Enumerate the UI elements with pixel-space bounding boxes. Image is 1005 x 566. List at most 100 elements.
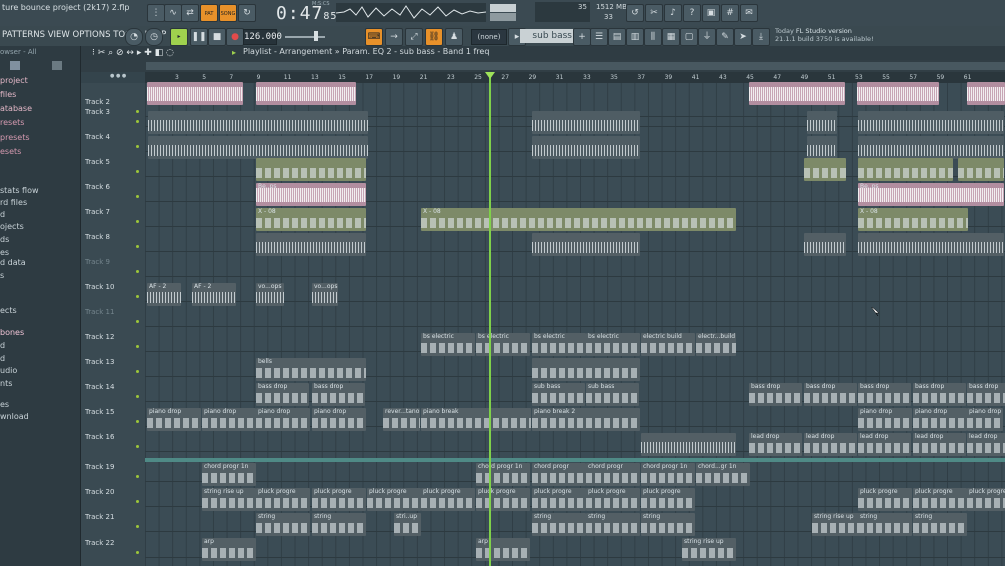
playlist-clip[interactable]: X - 08 (858, 208, 968, 231)
playlist-clip[interactable]: vo...ops (256, 283, 284, 306)
browser-item[interactable]: d (0, 210, 5, 219)
tempo-display[interactable]: 126.000 (243, 29, 282, 45)
track-name[interactable]: Track 13 (85, 358, 114, 366)
playlist-clip[interactable]: string (532, 513, 586, 536)
step-edit-icon[interactable]: → (385, 28, 403, 46)
playlist-clip[interactable]: string (913, 513, 967, 536)
browser-icon[interactable]: ▢ (680, 28, 698, 46)
playlist-clip[interactable]: piano drop (202, 408, 256, 431)
playlist-clip[interactable]: piano drop (913, 408, 967, 431)
track-name[interactable]: Track 5 (85, 158, 110, 166)
playlist-clip[interactable]: pluck progre (858, 488, 912, 511)
browser-item[interactable]: s (0, 271, 4, 280)
browser-item[interactable]: ds (0, 235, 9, 244)
record-button[interactable]: ● (226, 28, 244, 46)
browser-item[interactable]: wnload (0, 412, 29, 421)
playlist-clip[interactable]: string (641, 513, 695, 536)
browser-item[interactable]: resets (0, 118, 24, 127)
playlist-tools-icon[interactable]: ⁝ ✂ ⌕ ⊘ ↔ ▸ ✚ ◧ ◌ (92, 48, 174, 58)
channel-rack-icon[interactable]: ▥ (626, 28, 644, 46)
master-volume-slider[interactable] (490, 4, 516, 12)
playlist-clip[interactable]: string (858, 513, 912, 536)
playlist-clip[interactable] (858, 111, 1004, 134)
track-name[interactable]: Track 19 (85, 463, 114, 471)
playlist-clip[interactable]: Be..ps (256, 183, 366, 206)
song-mode-button[interactable]: SONG (219, 4, 237, 22)
track-name[interactable]: Track 6 (85, 183, 110, 191)
track-led[interactable] (136, 110, 139, 113)
playlist-clip[interactable] (532, 136, 640, 159)
snap-select[interactable]: (none) (471, 29, 507, 45)
news-panel[interactable]: Today FL Studio version 21.1.1 build 375… (775, 27, 874, 43)
wait-icon[interactable]: ◷ (145, 28, 163, 46)
master-pitch-slider[interactable] (490, 13, 516, 21)
cut-icon[interactable]: ✂ (645, 4, 663, 22)
playlist-clip[interactable]: lead drop (913, 433, 966, 456)
playlist-clip[interactable]: chord...gr 1n (696, 463, 750, 486)
playlist-clip[interactable] (256, 82, 356, 105)
track-name[interactable]: Track 10 (85, 283, 114, 291)
undo-icon[interactable]: ↺ (626, 4, 644, 22)
playlist-clip[interactable] (532, 233, 640, 256)
playlist-clip[interactable]: chord progr (532, 463, 586, 486)
playlist-clip[interactable] (858, 158, 953, 181)
playlist-clip[interactable] (958, 158, 1004, 181)
menu-patterns[interactable]: PATTERNS (2, 30, 45, 40)
playlist-clip[interactable]: pluck progre (586, 488, 640, 511)
playlist-clip[interactable]: string (256, 513, 310, 536)
track-name[interactable]: Track 16 (85, 433, 114, 441)
track-led[interactable] (136, 345, 139, 348)
mixer-icon[interactable]: # (721, 4, 739, 22)
menu-options[interactable]: OPTIONS (73, 30, 111, 40)
playlist-clip[interactable] (147, 82, 243, 105)
browser-item[interactable]: atabase (0, 104, 32, 113)
playlist-clip[interactable]: pluck progre (641, 488, 695, 511)
playlist-clip[interactable] (256, 233, 366, 256)
playlist-clip[interactable]: lead drop (749, 433, 802, 456)
playlist-clip[interactable]: sub bass (586, 383, 639, 406)
playlist-clip[interactable]: piano break 2 (532, 408, 640, 431)
playlist-clip[interactable]: pluck progre (312, 488, 366, 511)
track-name[interactable]: Track 15 (85, 408, 114, 416)
playlist-clip[interactable]: pluck progre (476, 488, 530, 511)
track-name[interactable]: Track 3 (85, 108, 110, 116)
browser-item[interactable]: bones (0, 328, 24, 337)
countdown-icon[interactable]: ⛓ (425, 28, 443, 46)
track-led[interactable] (136, 525, 139, 528)
browser-item[interactable]: d data (0, 258, 26, 267)
download-icon[interactable]: ⤓ (752, 28, 770, 46)
scrollbar-thumb[interactable] (146, 62, 1005, 70)
snap-icon[interactable]: ⇄ (181, 4, 199, 22)
playlist-clip[interactable]: chord progr (586, 463, 640, 486)
playlist-clip[interactable] (857, 82, 939, 105)
track-led[interactable] (136, 195, 139, 198)
playlist-clip[interactable]: bass drop (256, 383, 309, 406)
playlist-clip[interactable]: AF - 2 (147, 283, 181, 306)
metronome-icon[interactable]: ◔ (125, 28, 143, 46)
playlist-clip[interactable]: Be..ps (858, 183, 1004, 206)
track-name[interactable]: Track 2 (85, 98, 110, 106)
loop-icon[interactable]: ↻ (238, 4, 256, 22)
playlist-clip[interactable]: string rise up (682, 538, 736, 561)
track-name[interactable]: Track 11 (85, 308, 114, 316)
browser-item[interactable]: presets (0, 133, 30, 142)
tag-icon[interactable]: ✎ (716, 28, 734, 46)
playlist-clip[interactable]: pluck progre (421, 488, 475, 511)
menu-view[interactable]: VIEW (48, 30, 70, 40)
playlist-clip[interactable]: bass drop (858, 383, 911, 406)
browser-item[interactable]: stats flow (0, 186, 39, 195)
marker-icon[interactable]: ➤ (734, 28, 752, 46)
playlist-clip[interactable]: piano drop (147, 408, 201, 431)
playlist-clip[interactable]: bass drop (312, 383, 365, 406)
track-led[interactable] (136, 445, 139, 448)
browser-item[interactable]: nts (0, 379, 12, 388)
save-icon[interactable]: ▣ (702, 4, 720, 22)
playlist-clip[interactable] (749, 82, 845, 105)
playlist-clip[interactable]: pluck progre (967, 488, 1005, 511)
browser-item[interactable]: udio (0, 366, 17, 375)
browser-item[interactable]: d (0, 354, 5, 363)
playlist-clip[interactable] (807, 136, 837, 159)
track-led[interactable] (136, 500, 139, 503)
playlist-clip[interactable]: bass drop (749, 383, 802, 406)
playlist-clip[interactable]: X - 08 (256, 208, 366, 231)
